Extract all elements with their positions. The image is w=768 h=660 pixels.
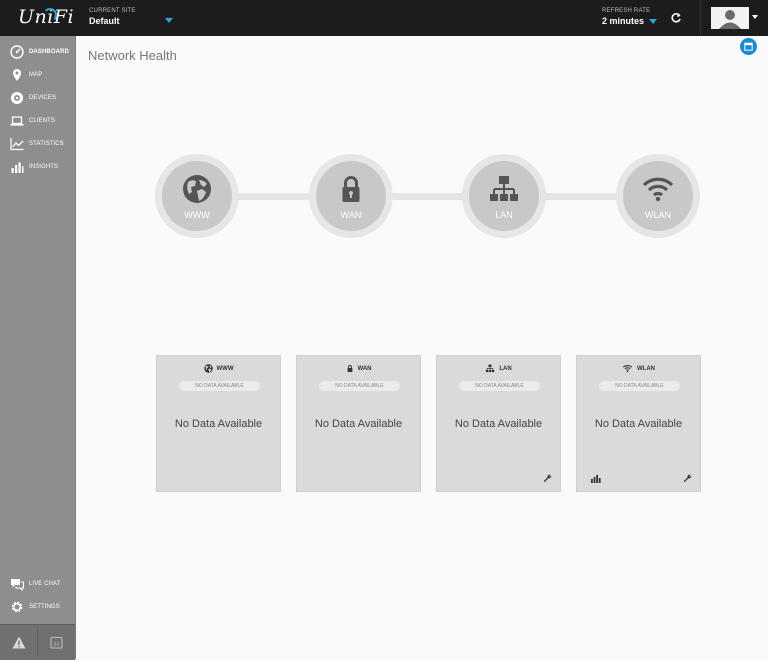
sidebar-item-devices[interactable]: DEVICES (0, 87, 75, 109)
site-selector[interactable]: CURRENT SITE Default (89, 8, 136, 26)
sidebar-item-insights[interactable]: INSIGHTS (0, 156, 75, 178)
sidebar-item-label: STATISTICS (29, 141, 64, 147)
bar-chart-icon[interactable] (591, 475, 601, 483)
sidebar-item-clients[interactable]: CLIENTS (0, 110, 75, 132)
health-node-wan[interactable]: WAN (309, 154, 393, 238)
sidebar-item-map[interactable]: MAP (0, 64, 75, 86)
health-node-lan[interactable]: LAN (462, 154, 546, 238)
card-title: WWW (216, 365, 234, 372)
refresh-rate-selector[interactable]: REFRESH RATE 2 minutes (602, 8, 650, 26)
card-header: WWW (157, 364, 280, 373)
card-header: WLAN (577, 364, 700, 373)
user-avatar[interactable] (711, 7, 749, 29)
lock-icon (347, 365, 352, 372)
logo-accent (43, 8, 57, 22)
network-icon (486, 364, 495, 373)
sidebar-item-live-chat[interactable]: LIVE CHAT (0, 573, 75, 595)
sidebar-item-label: INSIGHTS (29, 164, 59, 170)
lock-icon (342, 176, 360, 202)
node-label: WAN (340, 210, 362, 220)
node-label: WWW (184, 210, 210, 220)
health-node-www[interactable]: WWW (155, 154, 239, 238)
chat-icon (10, 577, 24, 591)
current-site-label: CURRENT SITE (89, 8, 136, 14)
globe-icon (183, 175, 211, 203)
globe-icon (203, 364, 213, 373)
sidebar-item-label: SETTINGS (29, 604, 60, 610)
card-header: WAN (297, 364, 420, 373)
network-icon (490, 176, 518, 201)
node-label: LAN (495, 210, 513, 220)
wrench-icon[interactable] (683, 474, 692, 483)
calendar-day: 31 (53, 642, 59, 648)
health-connector-line (195, 193, 655, 200)
page-title: Network Health (88, 48, 177, 63)
sidebar-item-label: DASHBOARD (29, 49, 69, 55)
events-button[interactable]: 31 (38, 625, 75, 660)
site-caret-down-icon[interactable] (165, 18, 173, 23)
health-card-lan[interactable]: LAN NO DATA AVAILABLE No Data Available (436, 355, 561, 492)
sidebar-item-statistics[interactable]: STATISTICS (0, 133, 75, 155)
health-node-circle: LAN (469, 161, 539, 231)
sidebar: DASHBOARD MAP DEVICES CLIENTS STATISTICS… (0, 36, 76, 660)
refresh-rate-label: REFRESH RATE (602, 8, 651, 14)
wrench-icon[interactable] (543, 474, 552, 483)
topbar-divider (700, 0, 701, 36)
node-label: WLAN (644, 210, 671, 220)
user-silhouette-icon (711, 7, 749, 29)
sidebar-item-label: LIVE CHAT (29, 581, 61, 587)
alert-icon (12, 636, 25, 649)
line-chart-icon (10, 137, 24, 151)
card-message: No Data Available (314, 418, 403, 430)
card-title: WAN (357, 365, 372, 372)
card-message: No Data Available (174, 418, 263, 430)
card-title: WLAN (637, 365, 655, 372)
health-node-wlan[interactable]: WLAN (616, 154, 700, 238)
sidebar-item-label: CLIENTS (29, 118, 56, 124)
sidebar-item-label: DEVICES (29, 95, 57, 101)
map-pin-icon (10, 68, 24, 82)
event-log-button[interactable] (740, 38, 757, 55)
card-message: No Data Available (594, 418, 683, 430)
refresh-icon[interactable] (670, 12, 682, 24)
wifi-icon (642, 177, 674, 202)
health-card-www[interactable]: WWW NO DATA AVAILABLE No Data Available (156, 355, 281, 492)
card-header: LAN (437, 364, 560, 373)
health-node-circle: WLAN (623, 161, 693, 231)
health-card-wan[interactable]: WAN NO DATA AVAILABLE No Data Available (296, 355, 421, 492)
calendar-icon (744, 42, 753, 51)
wifi-icon (622, 365, 633, 373)
dashboard-icon (10, 45, 24, 59)
card-message: No Data Available (454, 418, 543, 430)
top-bar: UniFi CURRENT SITE Default REFRESH RATE … (0, 0, 768, 36)
refresh-rate-value: 2 minutes (602, 16, 645, 26)
alerts-button[interactable] (0, 625, 37, 660)
refresh-caret-down-icon[interactable] (649, 19, 657, 24)
gear-icon (10, 600, 24, 614)
status-badge: NO DATA AVAILABLE (599, 381, 680, 391)
sidebar-footer: 31 (0, 624, 75, 660)
calendar-icon: 31 (50, 636, 63, 649)
health-card-wlan[interactable]: WLAN NO DATA AVAILABLE No Data Available (576, 355, 701, 492)
devices-icon (10, 91, 24, 105)
health-node-circle: WWW (162, 161, 232, 231)
current-site-value: Default (89, 16, 120, 26)
laptop-icon (10, 114, 24, 128)
sidebar-item-settings[interactable]: SETTINGS (0, 596, 75, 618)
status-badge: NO DATA AVAILABLE (179, 381, 260, 391)
status-badge: NO DATA AVAILABLE (319, 381, 400, 391)
health-node-circle: WAN (316, 161, 386, 231)
bar-chart-icon (10, 160, 24, 174)
user-menu-caret-icon[interactable] (752, 15, 758, 19)
sidebar-item-dashboard[interactable]: DASHBOARD (0, 41, 75, 63)
sidebar-item-label: MAP (29, 72, 43, 78)
status-badge: NO DATA AVAILABLE (459, 381, 540, 391)
card-title: LAN (499, 365, 512, 372)
